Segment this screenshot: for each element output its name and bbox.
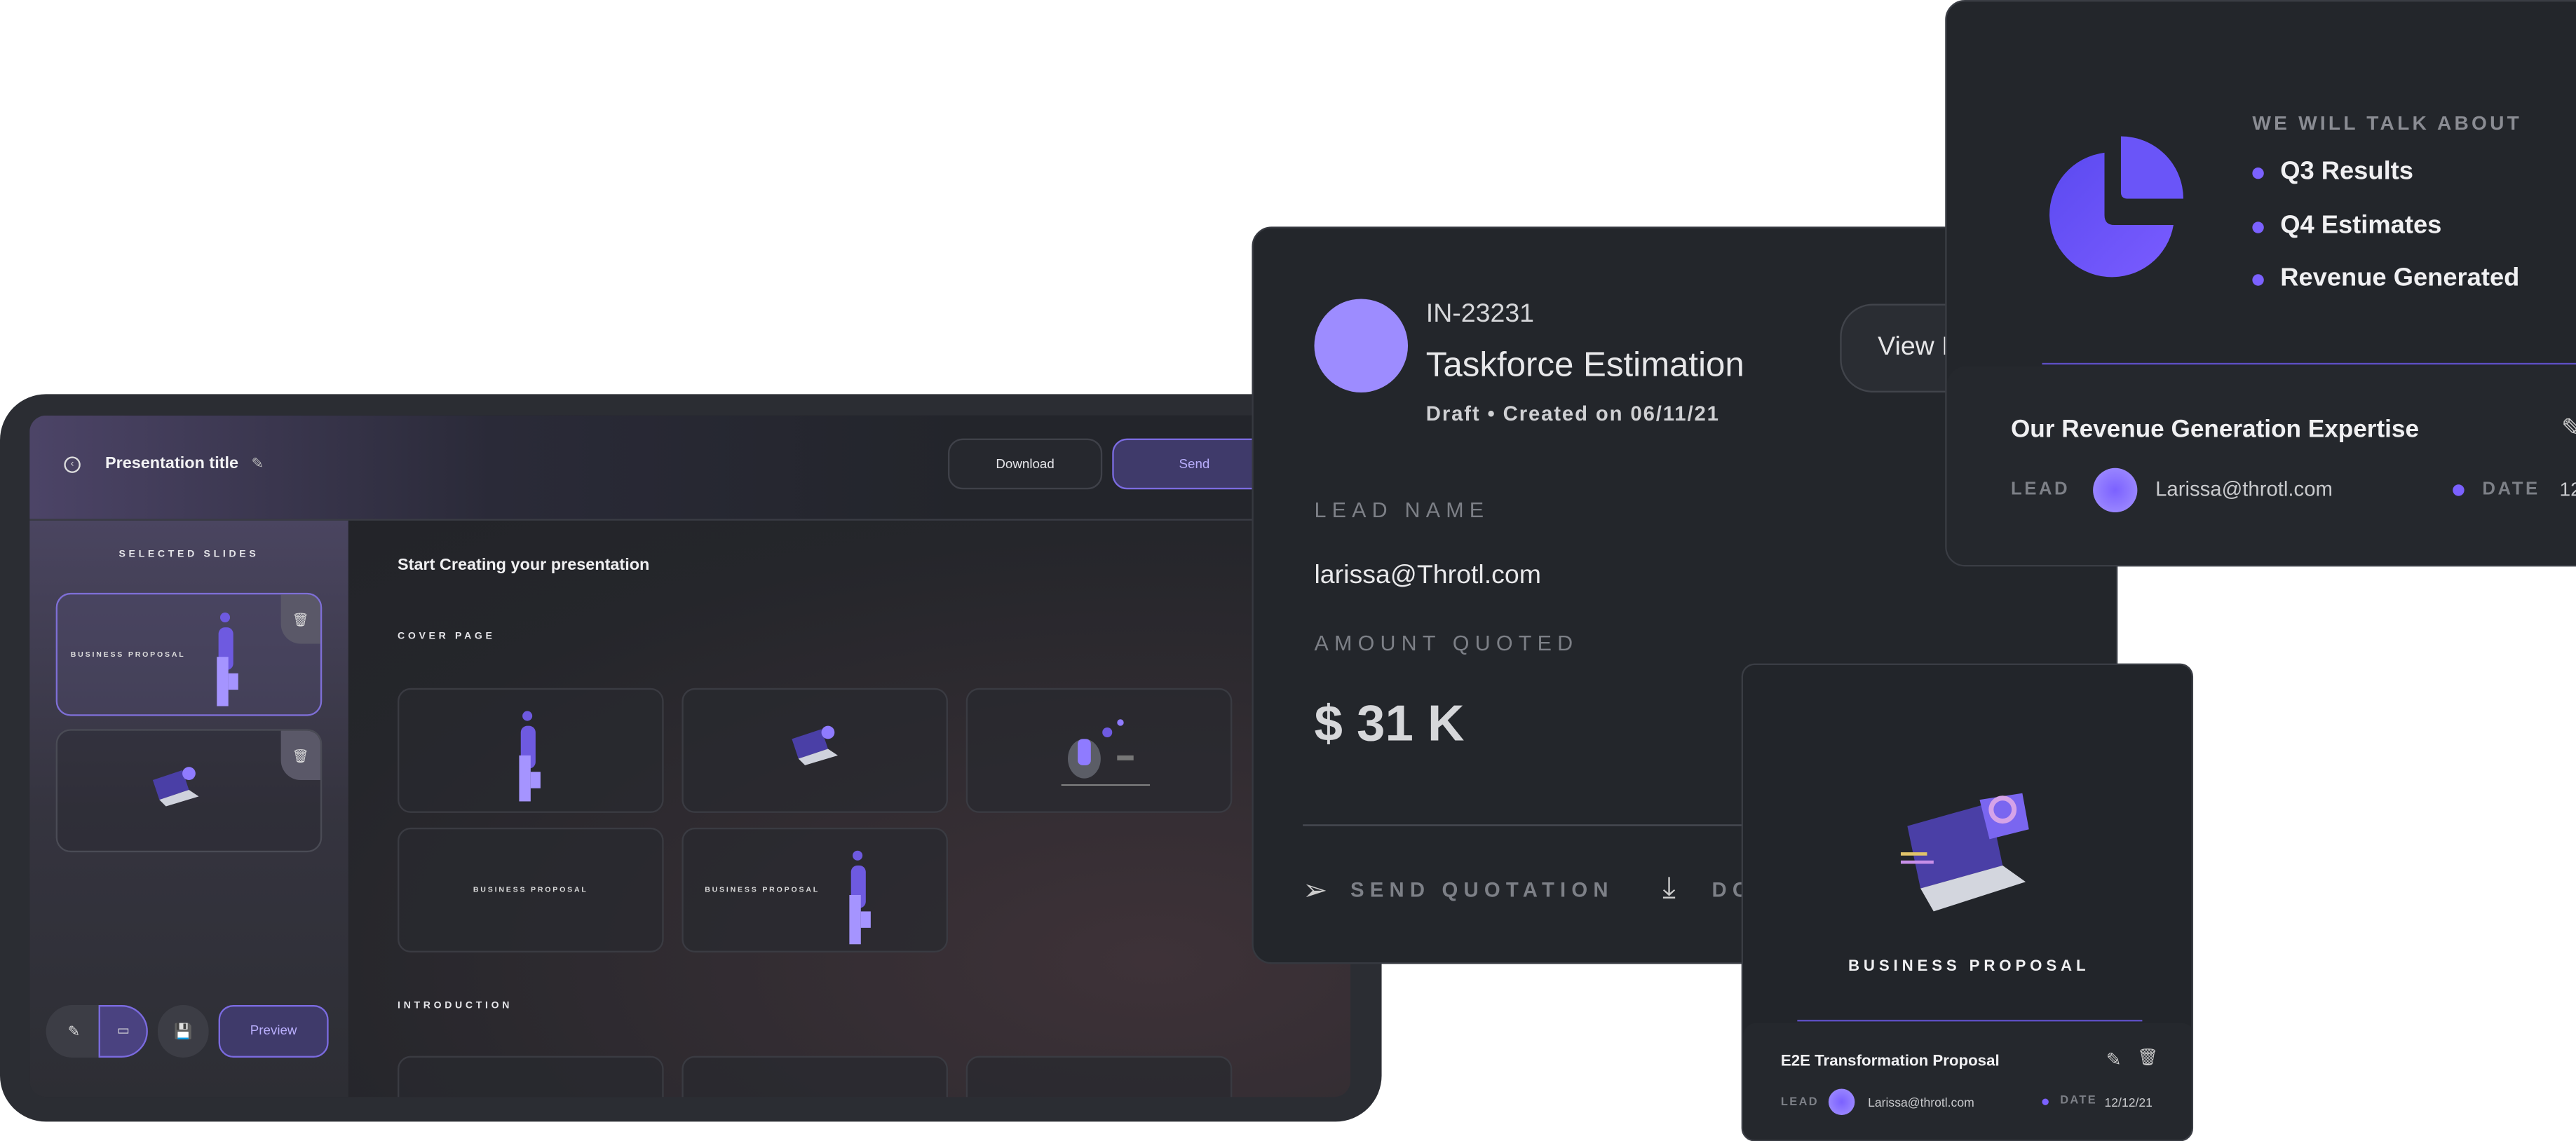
thumb-label: BUSINESS PROPOSAL [473, 884, 588, 894]
card-title: Our Revenue Generation Expertise [2010, 415, 2420, 444]
sidebar: SELECTED SLIDES BUSINESS PROPOSAL 🗑 🗑 ✎ … [29, 520, 348, 1098]
proposal-card: BUSINESS PROPOSAL E2E Transformation Pro… [1741, 663, 2194, 1141]
lead-name-label: LEAD NAME [1314, 497, 1490, 523]
lead-name-value: larissa@Throtl.com [1314, 561, 1541, 590]
delete-slide-button[interactable]: 🗑 [280, 730, 320, 780]
lead-avatar [1828, 1088, 1855, 1115]
date-label: DATE [2060, 1095, 2098, 1107]
layers-tool-button[interactable]: ▭ [98, 1004, 148, 1058]
save-button[interactable]: 💾 [157, 1004, 209, 1058]
bullet-icon [2453, 484, 2465, 496]
download-icon[interactable]: ⤓ [1662, 870, 1676, 905]
lead-email: Larissa@throtl.com [2155, 477, 2333, 501]
template-thumb[interactable] [682, 1055, 948, 1098]
laptop-illustration [1900, 793, 2029, 912]
back-icon[interactable]: ‹ [64, 456, 81, 473]
selected-slide-1[interactable]: BUSINESS PROPOSAL 🗑 [55, 592, 323, 716]
delete-slide-button[interactable]: 🗑 [280, 594, 320, 644]
avatar [1314, 299, 1409, 393]
edit-tool-button[interactable]: ✎ [46, 1004, 102, 1058]
laptop-illustration [152, 767, 199, 807]
edit-icon[interactable]: ✎ [2561, 412, 2576, 445]
agenda-item: Q4 Estimates [2252, 212, 2441, 241]
trash-icon: 🗑 [292, 611, 309, 627]
person-at-desk-illustration [1061, 719, 1151, 786]
agenda-footer: Our Revenue Generation Expertise ✎ LEAD … [1946, 366, 2576, 566]
trash-icon: 🗑 [292, 748, 309, 763]
template-thumb[interactable] [682, 688, 948, 813]
laptop-illustration [792, 725, 838, 765]
date-value: 12 [2559, 477, 2576, 501]
thumb-label: BUSINESS PROPOSAL [705, 884, 820, 894]
edit-title-icon[interactable]: ✎ [251, 455, 264, 473]
agenda-card: WE WILL TALK ABOUT Q3 Results Q4 Estimat… [1945, 0, 2576, 567]
slide-label: BUSINESS PROPOSAL [70, 650, 186, 659]
template-thumb[interactable] [398, 688, 664, 813]
quotation-title: Taskforce Estimation [1425, 346, 1744, 385]
bullet-icon [2252, 221, 2264, 233]
person-illustration [849, 850, 871, 945]
bullet-icon [2042, 1098, 2049, 1105]
amount-label: AMOUNT QUOTED [1314, 630, 1579, 655]
section-title-introduction: INTRODUCTION [398, 1002, 513, 1012]
presentation-title: Presentation title [104, 455, 239, 473]
lead-avatar [2093, 467, 2138, 513]
proposal-footer: E2E Transformation Proposal ✎ 🗑 LEAD Lar… [1743, 1023, 2192, 1140]
bullet-icon [2252, 166, 2264, 179]
sidebar-heading: SELECTED SLIDES [118, 549, 259, 560]
person-illustration [217, 612, 238, 706]
edit-icon[interactable]: ✎ [2106, 1049, 2122, 1071]
date-label: DATE [2482, 479, 2540, 500]
lead-label: LEAD [2010, 479, 2070, 500]
template-thumb[interactable]: BUSINESS PROPOSAL [398, 827, 664, 952]
lead-email: Larissa@throtl.com [1868, 1095, 1974, 1110]
send-quotation-button[interactable]: SEND QUOTATION [1350, 879, 1614, 902]
template-thumb[interactable]: BUSINESS PROPOSAL [682, 827, 948, 952]
send-icon[interactable]: ➢ [1303, 874, 1327, 908]
accent-line [2042, 362, 2576, 365]
preview-button[interactable]: Preview [218, 1004, 329, 1058]
main-heading: Start Creating your presentation [398, 556, 650, 575]
section-title-cover: COVER PAGE [398, 632, 496, 643]
cover-label: BUSINESS PROPOSAL [1848, 957, 2090, 976]
person-illustration [519, 711, 541, 802]
agenda-item: Q3 Results [2252, 158, 2413, 187]
accent-line [1797, 1020, 2143, 1022]
trash-icon[interactable]: 🗑 [2137, 1049, 2158, 1067]
bullet-icon [2252, 273, 2264, 285]
quotation-id: IN-23231 [1425, 300, 1535, 329]
presentation-tablet: ‹ Presentation title ✎ Download Send SEL… [0, 394, 1382, 1122]
template-thumb[interactable] [965, 1055, 1233, 1098]
download-button[interactable]: Download [947, 438, 1103, 490]
date-value: 12/12/21 [2104, 1095, 2153, 1110]
amount-value: $ 31 K [1314, 695, 1465, 753]
pie-chart-illustration [2049, 136, 2183, 278]
presentation-screen: ‹ Presentation title ✎ Download Send SEL… [29, 415, 1351, 1098]
card-title: E2E Transformation Proposal [1780, 1052, 2000, 1071]
agenda-item: Revenue Generated [2252, 264, 2519, 294]
lead-label: LEAD [1780, 1097, 1819, 1109]
header: ‹ Presentation title ✎ Download Send [29, 415, 1351, 521]
quotation-status: Draft • Created on 06/11/21 [1425, 402, 1720, 425]
template-thumb[interactable] [398, 1055, 664, 1098]
template-thumb[interactable] [965, 688, 1233, 813]
selected-slide-2[interactable]: 🗑 [55, 729, 323, 853]
agenda-heading: WE WILL TALK ABOUT [2252, 111, 2523, 135]
